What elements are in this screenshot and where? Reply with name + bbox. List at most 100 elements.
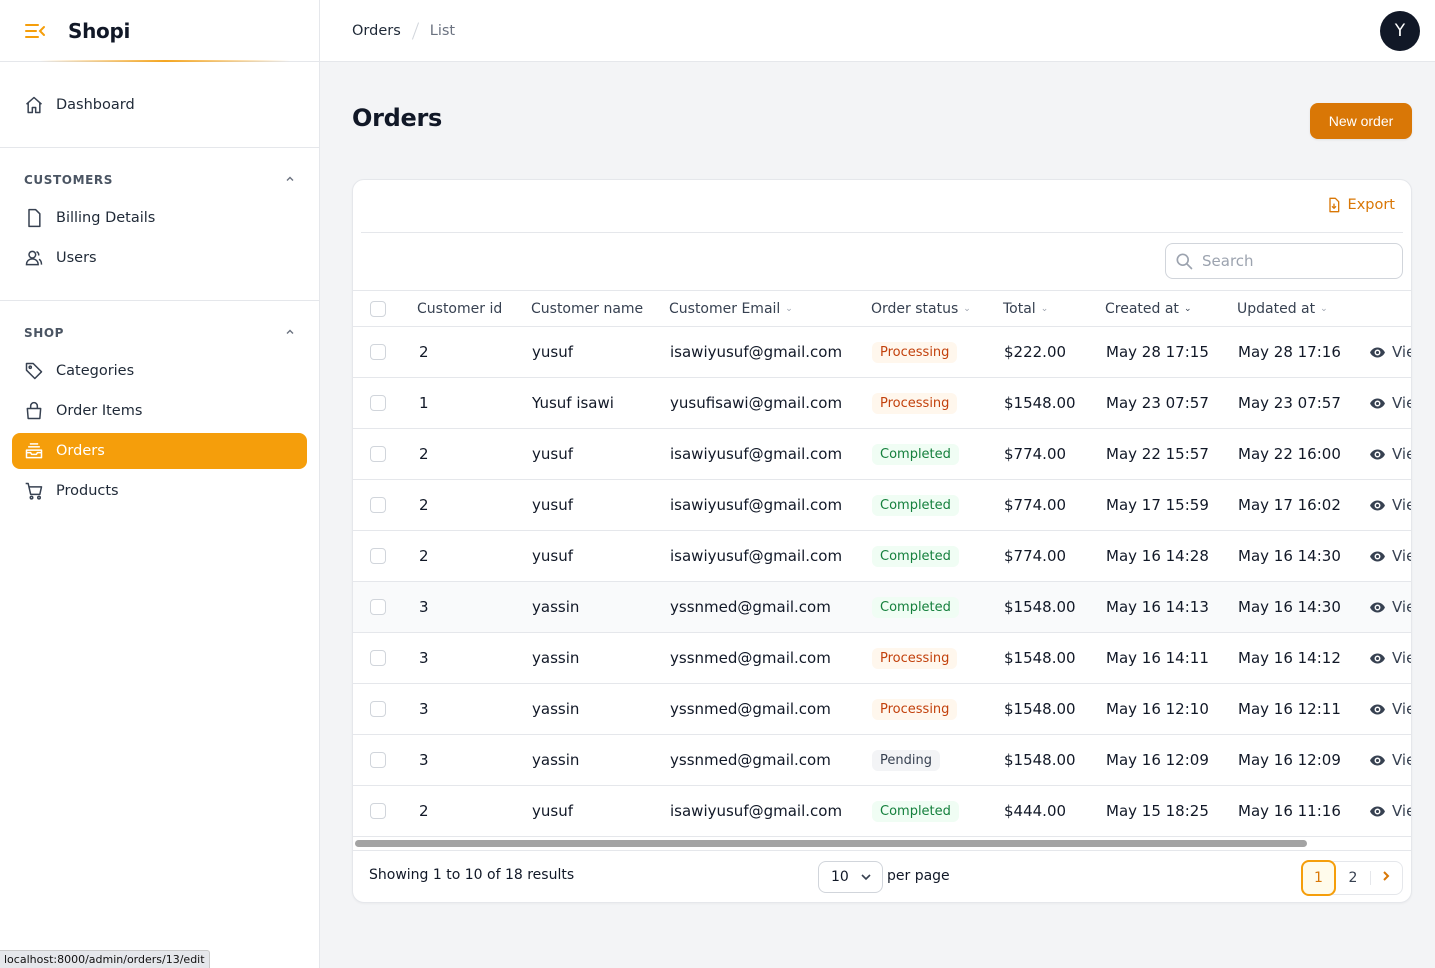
cell-text: 1 — [419, 394, 429, 412]
cell-text: yssnmed@gmail.com — [670, 700, 831, 718]
row-checkbox[interactable] — [370, 344, 386, 360]
cell-updated-at: May 28 17:16 — [1238, 327, 1341, 377]
page-1-button[interactable]: 1 — [1301, 859, 1336, 896]
cell-text: yusuf — [532, 343, 573, 361]
new-order-button[interactable]: New order — [1310, 103, 1412, 139]
sidebar-item-billing-details[interactable]: Billing Details — [12, 198, 307, 238]
view-action[interactable]: View — [1369, 735, 1411, 785]
view-action[interactable]: View — [1369, 480, 1411, 530]
cell-text: isawiyusuf@gmail.com — [670, 547, 843, 565]
cell-created-at: May 16 12:09 — [1106, 735, 1209, 785]
table-row[interactable]: 1 Yusuf isawi yusufisawi@gmail.com Processi… — [353, 378, 1411, 429]
row-checkbox[interactable] — [370, 803, 386, 819]
table-header: Customer id Customer name Customer Email… — [353, 290, 1411, 327]
cell-customer-email: isawiyusuf@gmail.com — [670, 327, 842, 377]
breadcrumb-orders[interactable]: Orders — [352, 23, 401, 39]
select-all-checkbox[interactable] — [370, 300, 386, 317]
cell-total: $1548.00 — [1004, 684, 1076, 734]
row-checkbox[interactable] — [370, 497, 386, 513]
cell-customer-name: yusuf — [532, 480, 573, 530]
cell-total: $1548.00 — [1004, 633, 1076, 683]
cell-order-status: Completed — [872, 582, 959, 632]
status-badge: Completed — [872, 800, 959, 822]
sidebar-item-users[interactable]: Users — [12, 238, 307, 278]
search-icon — [1174, 251, 1194, 271]
cell-text: May 15 18:25 — [1106, 802, 1209, 820]
view-action[interactable]: View — [1369, 582, 1411, 632]
chevron-right-icon — [1380, 870, 1392, 886]
column-label: Updated at — [1237, 300, 1316, 317]
tag-icon — [24, 361, 44, 381]
view-action[interactable]: View — [1369, 684, 1411, 734]
column-header-customer-id[interactable]: Customer id — [417, 291, 502, 326]
per-page-select[interactable]: 10 — [818, 861, 883, 893]
sidebar-item-categories[interactable]: Categories — [12, 351, 307, 391]
cell-text: 2 — [419, 445, 429, 463]
cell-customer-id: 3 — [419, 633, 429, 683]
row-checkbox[interactable] — [370, 599, 386, 615]
cell-text: 2 — [419, 343, 429, 361]
sidebar-item-products[interactable]: Products — [12, 471, 307, 511]
cell-total: $1548.00 — [1004, 735, 1076, 785]
view-label: View — [1392, 700, 1411, 718]
table-row[interactable]: 2 yusuf isawiyusuf@gmail.com Completed $774.… — [353, 429, 1411, 480]
view-action[interactable]: View — [1369, 786, 1411, 836]
table-row[interactable]: 2 yusuf isawiyusuf@gmail.com Completed $444.… — [353, 786, 1411, 837]
export-button[interactable]: Export — [1326, 197, 1395, 213]
table-row[interactable]: 2 yusuf isawiyusuf@gmail.com Processing $222… — [353, 327, 1411, 378]
sidebar-item-dashboard[interactable]: Dashboard — [12, 87, 307, 123]
divider — [353, 850, 1411, 851]
group-header-shop[interactable]: SHOP — [0, 317, 319, 349]
column-header-order-status[interactable]: Order status ⌄ — [871, 291, 971, 326]
cell-text: $444.00 — [1004, 802, 1067, 820]
horizontal-scrollbar[interactable] — [355, 840, 1307, 847]
column-header-customer-email[interactable]: Customer Email ⌄ — [669, 291, 793, 326]
view-action[interactable]: View — [1369, 327, 1411, 377]
cell-customer-email: yssnmed@gmail.com — [670, 582, 831, 632]
table-row[interactable]: 2 yusuf isawiyusuf@gmail.com Completed $774.… — [353, 480, 1411, 531]
row-checkbox[interactable] — [370, 650, 386, 666]
sidebar-item-label: Billing Details — [56, 210, 156, 226]
cell-customer-name: yassin — [532, 684, 579, 734]
users-icon — [24, 248, 44, 268]
page-2-button[interactable]: 2 — [1336, 862, 1370, 894]
cell-total: $1548.00 — [1004, 582, 1076, 632]
table-row[interactable]: 3 yassin yssnmed@gmail.com Processing $1548.… — [353, 684, 1411, 735]
sidebar-item-order-items[interactable]: Order Items — [12, 391, 307, 431]
row-checkbox[interactable] — [370, 395, 386, 411]
table-row[interactable]: 3 yassin yssnmed@gmail.com Pending $1548.00 M… — [353, 735, 1411, 786]
cell-created-at: May 22 15:57 — [1106, 429, 1209, 479]
eye-icon — [1369, 650, 1386, 667]
view-action[interactable]: View — [1369, 531, 1411, 581]
cell-total: $222.00 — [1004, 327, 1066, 377]
view-action[interactable]: View — [1369, 378, 1411, 428]
row-checkbox[interactable] — [370, 701, 386, 717]
sidebar-item-orders[interactable]: Orders — [12, 433, 307, 469]
row-checkbox[interactable] — [370, 548, 386, 564]
status-badge: Completed — [872, 545, 959, 567]
table-row[interactable]: 2 yusuf isawiyusuf@gmail.com Completed $774.… — [353, 531, 1411, 582]
results-summary: Showing 1 to 10 of 18 results — [369, 867, 575, 883]
row-checkbox[interactable] — [370, 446, 386, 462]
column-header-total[interactable]: Total ⌄ — [1003, 291, 1048, 326]
column-header-updated-at[interactable]: Updated at ⌄ — [1237, 291, 1328, 326]
search-input[interactable] — [1202, 252, 1382, 270]
view-action[interactable]: View — [1369, 429, 1411, 479]
view-action[interactable]: View — [1369, 633, 1411, 683]
cell-text: May 16 14:28 — [1106, 547, 1209, 565]
cell-created-at: May 16 14:13 — [1106, 582, 1209, 632]
table-row[interactable]: 3 yassin yssnmed@gmail.com Processing $1548.… — [353, 633, 1411, 684]
table-row[interactable]: 3 yassin yssnmed@gmail.com Completed $1548.0… — [353, 582, 1411, 633]
search-box[interactable] — [1165, 243, 1403, 279]
app-name[interactable]: Shopi — [68, 19, 130, 43]
cell-order-status: Completed — [872, 531, 959, 581]
row-checkbox[interactable] — [370, 752, 386, 768]
column-header-customer-name[interactable]: Customer name — [531, 291, 643, 326]
next-page-button[interactable] — [1370, 871, 1400, 885]
cell-customer-id: 2 — [419, 327, 429, 377]
column-header-created-at[interactable]: Created at ⌄ — [1105, 291, 1191, 326]
group-header-customers[interactable]: CUSTOMERS — [0, 164, 319, 196]
avatar[interactable]: Y — [1380, 11, 1420, 51]
cell-text: yassin — [532, 649, 580, 667]
collapse-menu-icon[interactable] — [24, 20, 46, 42]
